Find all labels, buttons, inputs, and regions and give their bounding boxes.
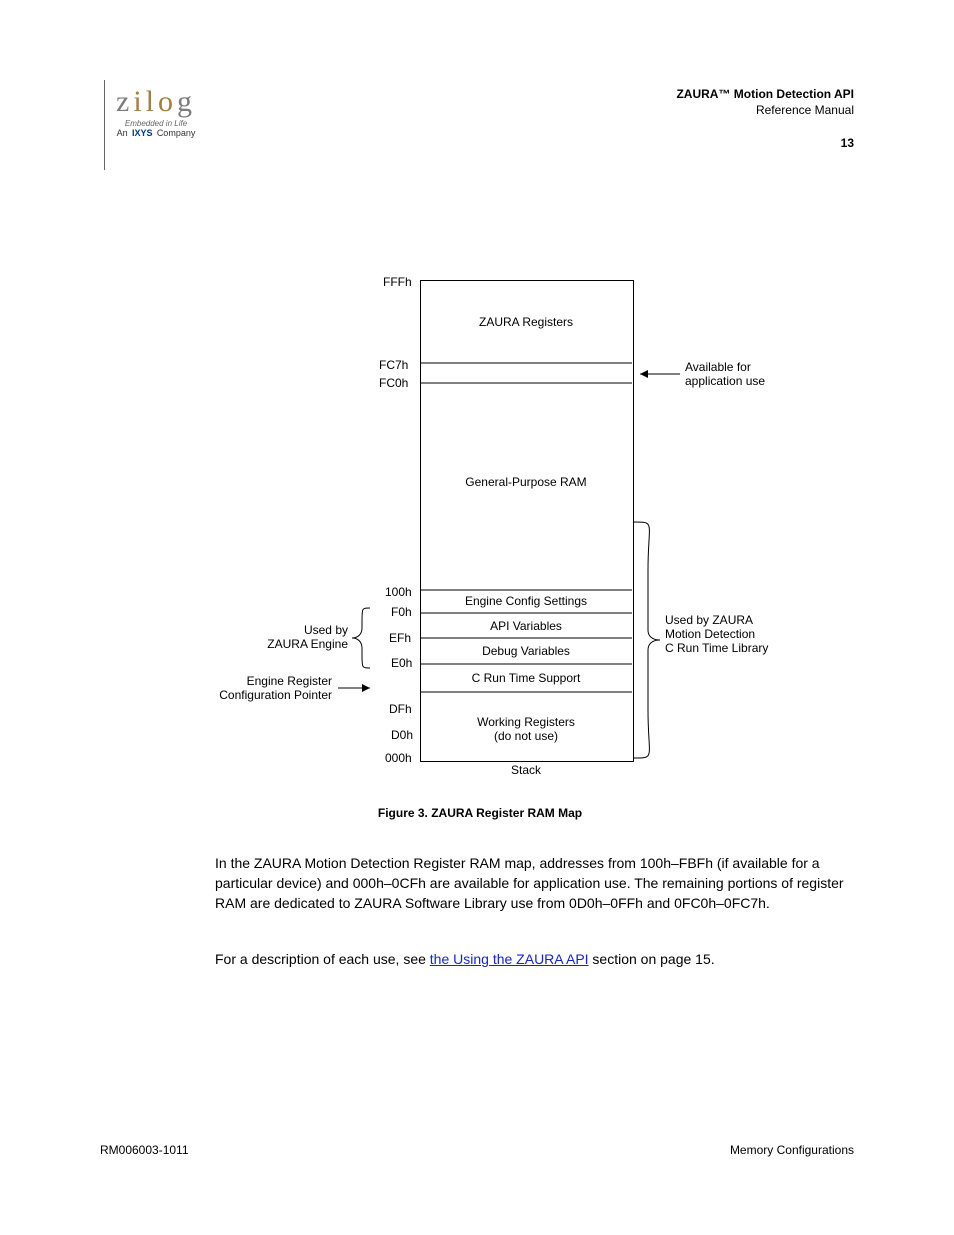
label-workregs: Working Registers (do not use) (420, 715, 632, 743)
page-number: 13 (676, 135, 854, 151)
page-header: ZAURA™ Motion Detection API Reference Ma… (676, 86, 854, 151)
label-row-4: C Run Time Support (420, 671, 632, 685)
logo-letter: i (133, 85, 145, 118)
logo-letter: o (158, 85, 177, 118)
para2-pre: For a description of each use, see (215, 951, 430, 967)
addr-df: DFh (389, 702, 412, 716)
label-row-3: Debug Variables (420, 644, 632, 658)
doc-subtitle: Reference Manual (676, 102, 854, 118)
logo-brand: zilog (116, 85, 196, 119)
figure-caption: Figure 3. ZAURA Register RAM Map (100, 806, 860, 820)
addr-fc7: FC7h (379, 358, 408, 372)
logo-company-line: An IXYS Company (116, 128, 196, 138)
link-using-zaura-api[interactable]: the Using the ZAURA API (430, 951, 589, 967)
label-available-ram: Available for application use (685, 360, 765, 388)
figure-ram-map: FFFh FC7h FC0h 100h F0h EFh E0h DFh D0h … (100, 210, 860, 830)
page-footer: RM006003-1011 Memory Configurations (100, 1143, 854, 1157)
label-row-1: Engine Config Settings (420, 594, 632, 608)
addr-000: 000h (385, 751, 412, 765)
logo-letter: z (116, 85, 133, 118)
addr-100: 100h (385, 585, 412, 599)
label-row-2: API Variables (420, 619, 632, 633)
footer-right: Memory Configurations (730, 1143, 854, 1157)
para2-post: section on page 15. (589, 951, 715, 967)
logo-company-pre: An (117, 128, 128, 138)
label-gpr: General-Purpose RAM (420, 475, 632, 489)
logo-company-post: Company (157, 128, 196, 138)
label-stack: Stack (420, 763, 632, 777)
para-1: In the ZAURA Motion Detection Register R… (215, 854, 855, 914)
label-ercp: Engine Register Configuration Pointer (210, 674, 332, 702)
addr-ef: EFh (389, 631, 411, 645)
header-divider (104, 80, 105, 170)
addr-d0: D0h (391, 728, 413, 742)
para-2: For a description of each use, see the U… (215, 950, 855, 970)
doc-title: ZAURA™ Motion Detection API (676, 86, 854, 102)
addr-fff: FFFh (383, 275, 412, 289)
addr-fc0: FC0h (379, 376, 408, 390)
label-zaura-registers: ZAURA Registers (420, 315, 632, 329)
label-crt-lib: Used by ZAURA Motion Detection C Run Tim… (665, 613, 768, 655)
logo-company-mid: IXYS (132, 128, 153, 138)
zilog-logo: zilog Embedded in Life An IXYS Company (116, 85, 196, 138)
addr-f0: F0h (391, 605, 412, 619)
label-used-by-engine: Used by ZAURA Engine (238, 623, 348, 651)
logo-tagline: Embedded in Life (116, 119, 196, 128)
logo-letter: l (146, 85, 158, 118)
addr-e0: E0h (391, 656, 412, 670)
footer-left: RM006003-1011 (100, 1143, 189, 1157)
logo-letter: g (177, 85, 196, 118)
